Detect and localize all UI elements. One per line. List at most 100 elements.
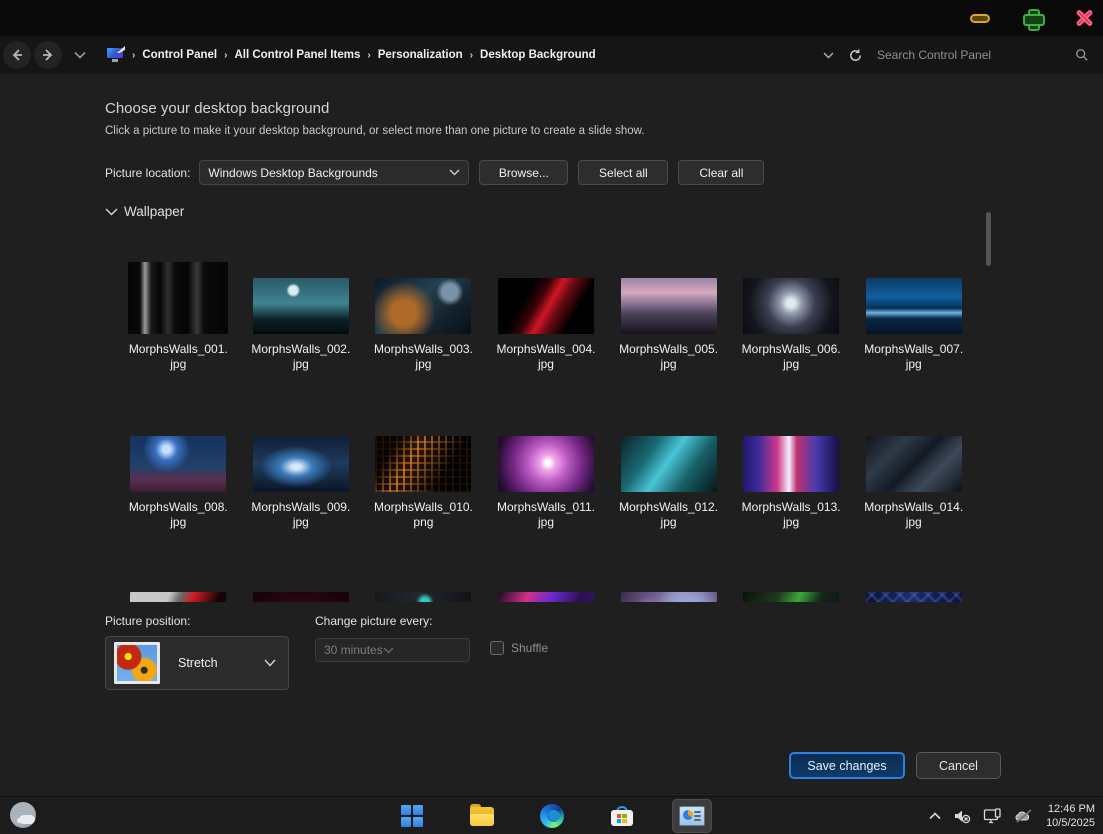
wallpaper-section-header[interactable]: Wallpaper	[105, 204, 184, 219]
close-button[interactable]	[1073, 7, 1095, 29]
taskbar-clock[interactable]: 12:46 PM 10/5/2025	[1046, 802, 1095, 830]
wallpaper-item[interactable]: MorphsWalls_008.jpg	[117, 416, 240, 530]
store-bag-icon	[611, 806, 633, 826]
select-all-button[interactable]: Select all	[578, 160, 668, 185]
breadcrumb-desktop-background[interactable]: Desktop Background	[480, 49, 596, 61]
wallpaper-thumbnail-box	[128, 258, 228, 334]
volume-button[interactable]	[953, 808, 971, 824]
maximize-button[interactable]	[1021, 7, 1043, 29]
search-box	[877, 48, 1089, 62]
wallpaper-thumbnail[interactable]	[253, 592, 349, 602]
wallpaper-item[interactable]: MorphsWalls_009.jpg	[240, 416, 363, 530]
navigation-bar: › Control Panel › All Control Panel Item…	[0, 36, 1103, 74]
wallpaper-item[interactable]: MorphsWalls_005.jpg	[607, 258, 730, 372]
start-button[interactable]	[392, 799, 432, 833]
wallpaper-thumbnail[interactable]	[743, 592, 839, 602]
wallpaper-thumbnail[interactable]	[253, 436, 349, 492]
maximize-icon	[1023, 9, 1041, 27]
picture-location-row: Picture location: Windows Desktop Backgr…	[105, 160, 764, 185]
wallpaper-filename: MorphsWalls_006.jpg	[742, 342, 841, 372]
breadcrumb-personalization[interactable]: Personalization	[378, 49, 463, 61]
wallpaper-thumbnail[interactable]	[743, 436, 839, 492]
wallpaper-thumbnail[interactable]	[375, 592, 471, 602]
wallpaper-grid-clipped	[117, 572, 975, 602]
wallpaper-item[interactable]: MorphsWalls_011.jpg	[485, 416, 608, 530]
wallpaper-item[interactable]	[117, 572, 240, 602]
wallpaper-item[interactable]	[607, 572, 730, 602]
wallpaper-thumbnail[interactable]	[128, 262, 228, 334]
wallpaper-item[interactable]: MorphsWalls_003.jpg	[362, 258, 485, 372]
wallpaper-item[interactable]: MorphsWalls_010.png	[362, 416, 485, 530]
page-title: Choose your desktop background	[105, 100, 329, 117]
shuffle-checkbox[interactable]	[490, 641, 504, 655]
microsoft-store-button[interactable]	[602, 799, 642, 833]
wallpaper-item[interactable]: MorphsWalls_006.jpg	[730, 258, 853, 372]
change-picture-select[interactable]: 30 minutes	[315, 638, 470, 662]
wallpaper-thumbnail[interactable]	[866, 436, 962, 492]
control-panel-taskbar-button[interactable]	[672, 799, 712, 833]
wallpaper-thumbnail[interactable]	[743, 278, 839, 334]
refresh-button[interactable]	[848, 48, 863, 63]
forward-button[interactable]	[34, 41, 62, 69]
wallpaper-thumbnail[interactable]	[866, 278, 962, 334]
wallpaper-item[interactable]: MorphsWalls_007.jpg	[852, 258, 975, 372]
wallpaper-thumbnail-box	[498, 258, 594, 334]
breadcrumb-all-items[interactable]: All Control Panel Items	[234, 49, 360, 61]
save-changes-button[interactable]: Save changes	[789, 752, 905, 779]
wallpaper-thumbnail[interactable]	[375, 436, 471, 492]
address-dropdown-button[interactable]	[823, 52, 834, 59]
picture-location-select[interactable]: Windows Desktop Backgrounds	[199, 160, 469, 185]
personalization-monitor-icon	[106, 47, 126, 63]
status-button[interactable]	[1015, 809, 1034, 823]
tray-overflow-button[interactable]	[929, 812, 941, 820]
wallpaper-thumbnail[interactable]	[498, 436, 594, 492]
chevron-down-icon	[823, 52, 834, 59]
file-explorer-button[interactable]	[462, 799, 502, 833]
recent-pages-button[interactable]	[74, 51, 86, 59]
wallpaper-item[interactable]	[852, 572, 975, 602]
chevron-down-icon	[449, 169, 460, 176]
wallpaper-scrollbar[interactable]	[986, 212, 991, 266]
wallpaper-section-label: Wallpaper	[124, 204, 184, 219]
wallpaper-item[interactable]: MorphsWalls_001.jpg	[117, 258, 240, 372]
wallpaper-thumbnail[interactable]	[621, 592, 717, 602]
wallpaper-filename: MorphsWalls_011.jpg	[497, 500, 595, 530]
wallpaper-item[interactable]	[730, 572, 853, 602]
wallpaper-item[interactable]: MorphsWalls_013.jpg	[730, 416, 853, 530]
wallpaper-thumbnail[interactable]	[498, 278, 594, 334]
search-input[interactable]	[877, 48, 1075, 62]
navbar-right	[823, 48, 1103, 63]
wallpaper-item[interactable]: MorphsWalls_014.jpg	[852, 416, 975, 530]
wallpaper-thumbnail[interactable]	[130, 592, 226, 602]
picture-position-select[interactable]: Stretch	[105, 636, 289, 690]
wallpaper-thumbnail[interactable]	[253, 278, 349, 334]
wallpaper-thumbnail[interactable]	[621, 278, 717, 334]
wallpaper-item[interactable]: MorphsWalls_012.jpg	[607, 416, 730, 530]
wallpaper-filename: MorphsWalls_009.jpg	[251, 500, 350, 530]
wallpaper-item[interactable]	[240, 572, 363, 602]
wallpaper-item[interactable]	[485, 572, 608, 602]
clear-all-button[interactable]: Clear all	[678, 160, 764, 185]
wallpaper-thumbnail[interactable]	[498, 592, 594, 602]
wallpaper-item[interactable]	[362, 572, 485, 602]
wallpaper-thumbnail[interactable]	[130, 436, 226, 492]
windows-start-icon	[401, 805, 423, 827]
edge-browser-button[interactable]	[532, 799, 572, 833]
wallpaper-thumbnail[interactable]	[866, 592, 962, 602]
wallpaper-item[interactable]: MorphsWalls_004.jpg	[485, 258, 608, 372]
network-devices-button[interactable]	[983, 808, 1003, 825]
search-icon[interactable]	[1075, 48, 1089, 62]
clock-time: 12:46 PM	[1046, 802, 1095, 816]
browse-button[interactable]: Browse...	[479, 160, 568, 185]
wallpaper-item[interactable]: MorphsWalls_002.jpg	[240, 258, 363, 372]
back-button[interactable]	[3, 41, 31, 69]
close-icon	[1075, 9, 1093, 27]
wallpaper-thumbnail[interactable]	[621, 436, 717, 492]
wallpaper-thumbnail-box	[375, 572, 471, 602]
breadcrumb-control-panel[interactable]: Control Panel	[142, 49, 217, 61]
wallpaper-thumbnail[interactable]	[375, 278, 471, 334]
minimize-button[interactable]	[969, 7, 991, 29]
control-panel-window: › Control Panel › All Control Panel Item…	[0, 0, 1103, 834]
cancel-button[interactable]: Cancel	[916, 752, 1001, 779]
wallpaper-thumbnail-box	[375, 416, 471, 492]
